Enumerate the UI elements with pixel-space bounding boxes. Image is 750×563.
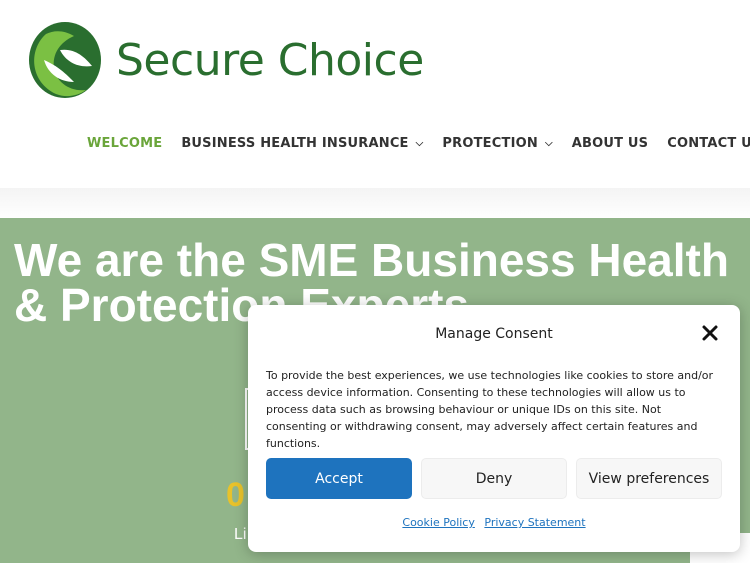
main-nav: WELCOME BUSINESS HEALTH INSURANCE ⌵ PROT… [87, 136, 750, 151]
consent-body: To provide the best experiences, we use … [266, 369, 714, 450]
consent-links: Cookie Policy Privacy Statement [248, 516, 740, 529]
consent-title: Manage Consent [435, 326, 553, 342]
nav-label: ABOUT US [571, 136, 649, 151]
deny-button[interactable]: Deny [421, 458, 567, 499]
nav-item-welcome[interactable]: WELCOME [87, 136, 162, 151]
site-header: Secure Choice WELCOME BUSINESS HEALTH IN… [0, 0, 750, 188]
privacy-statement-link[interactable]: Privacy Statement [484, 516, 585, 529]
nav-item-business-health-insurance[interactable]: BUSINESS HEALTH INSURANCE ⌵ [181, 136, 423, 151]
close-icon [702, 325, 718, 341]
nav-label: CONTACT US [667, 136, 750, 151]
consent-modal: Manage Consent To provide the best exper… [248, 305, 740, 552]
view-preferences-button[interactable]: View preferences [576, 458, 722, 499]
header-divider [0, 188, 750, 218]
leaf-swirl-logo-icon [29, 22, 101, 98]
site-logo[interactable]: Secure Choice [26, 20, 424, 100]
close-button[interactable] [698, 321, 722, 345]
chevron-down-icon: ⌵ [544, 138, 553, 149]
hero-stat-number: 0 [226, 476, 245, 514]
nav-item-about-us[interactable]: ABOUT US [572, 136, 649, 151]
nav-item-contact-us[interactable]: CONTACT US [667, 136, 750, 151]
hero-stat-label: Li [234, 526, 247, 543]
nav-item-protection[interactable]: PROTECTION ⌵ [442, 136, 552, 151]
brand-name: Secure Choice [116, 34, 424, 86]
nav-label: WELCOME [87, 136, 163, 151]
nav-label: PROTECTION [442, 136, 538, 151]
nav-label: BUSINESS HEALTH INSURANCE [181, 136, 409, 151]
chevron-down-icon: ⌵ [415, 138, 424, 149]
cookie-policy-link[interactable]: Cookie Policy [402, 516, 474, 529]
accept-button[interactable]: Accept [266, 458, 412, 499]
